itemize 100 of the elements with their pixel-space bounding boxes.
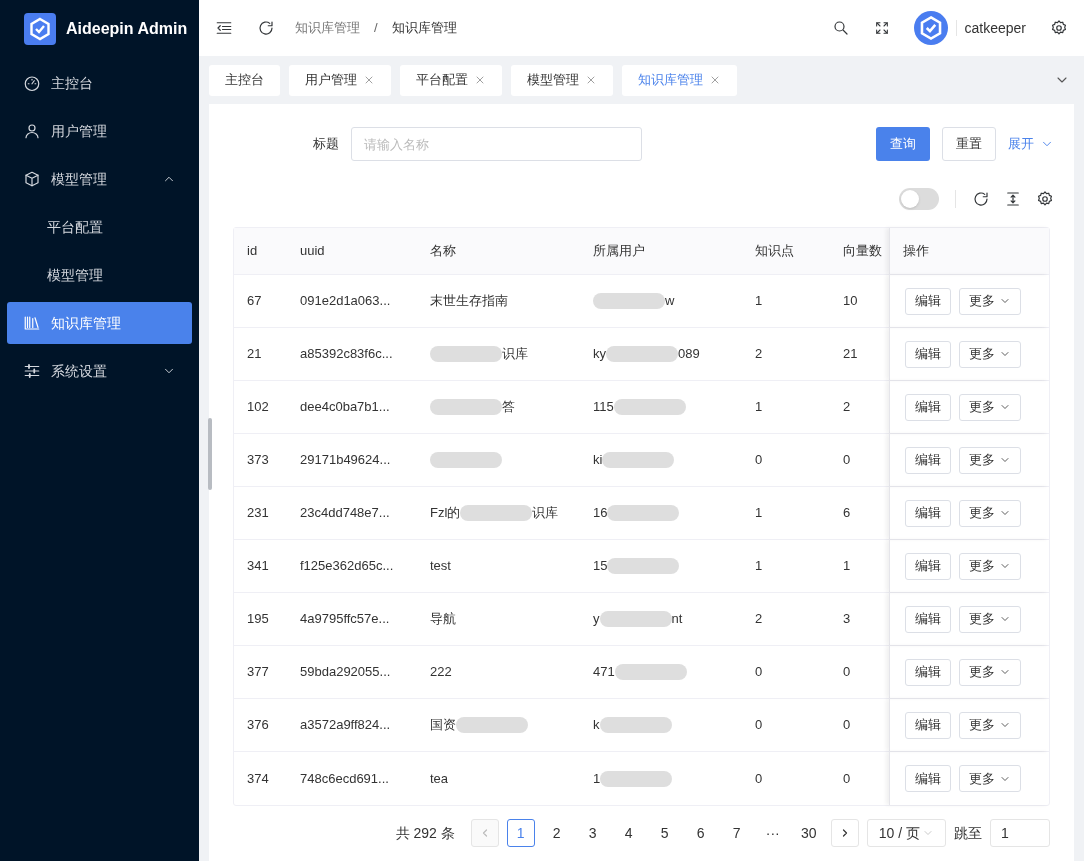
table-cell-text: 1	[755, 504, 763, 523]
more-button[interactable]: 更多	[959, 499, 1021, 527]
scrollbar-thumb[interactable]	[208, 418, 212, 490]
table-cell-text: 341	[247, 557, 269, 576]
table-cell-text: 091e2d1a063...	[300, 292, 391, 311]
sidebar-item[interactable]: 用户管理	[7, 110, 192, 152]
edit-button[interactable]: 编辑	[905, 499, 951, 527]
tab[interactable]: 主控台	[209, 64, 280, 96]
edit-button[interactable]: 编辑	[905, 711, 951, 739]
page-size-select[interactable]: 10 / 页	[866, 819, 946, 847]
collapse-menu-icon[interactable]	[215, 19, 233, 37]
tab[interactable]: 模型管理	[511, 64, 613, 96]
table-cell-text: dee4c0ba7b1...	[300, 398, 390, 417]
page-button[interactable]: 6	[686, 819, 715, 847]
refresh-icon[interactable]	[972, 190, 990, 208]
sidebar-item[interactable]: 模型管理	[7, 158, 192, 200]
table-cell-text: 0	[843, 769, 851, 788]
column-header: uuid	[300, 242, 325, 261]
row-height-icon[interactable]	[1004, 190, 1022, 208]
more-button[interactable]: 更多	[959, 340, 1021, 368]
table-cell-text: 195	[247, 610, 269, 629]
more-button[interactable]: 更多	[959, 658, 1021, 686]
edit-button[interactable]: 编辑	[905, 605, 951, 633]
sidebar-item[interactable]: 知识库管理	[7, 302, 192, 344]
redaction-blur	[606, 346, 678, 362]
cell-text: ky	[593, 345, 606, 364]
close-icon[interactable]	[363, 74, 375, 86]
cell-text: ki	[593, 451, 603, 470]
sidebar-subitem[interactable]: 平台配置	[7, 206, 192, 248]
tab[interactable]: 知识库管理	[622, 64, 737, 96]
table-cell-text: f125e362d65c...	[300, 557, 394, 576]
title-input[interactable]: 请输入名称	[351, 127, 642, 161]
search-icon[interactable]	[831, 19, 850, 37]
cell-text: 识库	[532, 504, 559, 523]
total-count: 共 292 条	[395, 823, 455, 843]
tab[interactable]: 用户管理	[289, 64, 391, 96]
more-button[interactable]: 更多	[959, 393, 1021, 421]
column-header: 知识点	[755, 242, 794, 261]
more-button[interactable]: 更多	[959, 765, 1021, 792]
table-cell-text: 373	[247, 451, 269, 470]
edit-button[interactable]: 编辑	[905, 552, 951, 580]
edit-button[interactable]: 编辑	[905, 287, 951, 315]
tab[interactable]: 平台配置	[400, 64, 502, 96]
table-cell-text: 6	[843, 504, 851, 523]
more-button[interactable]: 更多	[959, 552, 1021, 580]
breadcrumb-item[interactable]: 知识库管理	[295, 18, 360, 38]
cell-text: 15	[593, 557, 608, 576]
more-button[interactable]: 更多	[959, 605, 1021, 633]
page-button[interactable]: 3	[578, 819, 607, 847]
redaction-blur	[430, 452, 502, 468]
cell-text: 答	[502, 398, 515, 417]
toggle-switch[interactable]	[899, 188, 939, 210]
edit-button[interactable]: 编辑	[905, 658, 951, 686]
page-button[interactable]: 30	[794, 819, 823, 847]
username[interactable]: catkeeper	[964, 17, 1026, 39]
fullscreen-icon[interactable]	[873, 20, 890, 36]
edit-button[interactable]: 编辑	[905, 393, 951, 421]
more-button[interactable]: 更多	[959, 446, 1021, 474]
close-icon[interactable]	[474, 74, 486, 86]
cell-text: 089	[678, 345, 700, 364]
reset-button[interactable]: 重置	[942, 127, 996, 161]
column-header: 名称	[430, 242, 456, 261]
page-button[interactable]: 5	[650, 819, 679, 847]
page-button[interactable]: 2	[542, 819, 571, 847]
cell-text: w	[665, 292, 675, 311]
close-icon[interactable]	[585, 74, 597, 86]
sidebar-item[interactable]: 主控台	[7, 62, 192, 104]
settings-icon[interactable]	[1050, 19, 1068, 37]
more-button[interactable]: 更多	[959, 287, 1021, 315]
table-cell-text: 1	[755, 398, 763, 417]
page-button[interactable]: 7	[722, 819, 751, 847]
sidebar-subitem[interactable]: 模型管理	[7, 254, 192, 296]
page-button[interactable]: 4	[614, 819, 643, 847]
expand-link[interactable]: 展开	[1008, 134, 1054, 154]
query-button[interactable]: 查询	[876, 127, 930, 161]
breadcrumb-separator: /	[374, 19, 378, 38]
user-icon	[23, 122, 41, 140]
redaction-blur	[456, 717, 528, 733]
edit-button[interactable]: 编辑	[905, 340, 951, 368]
refresh-icon[interactable]	[257, 19, 275, 37]
edit-button[interactable]: 编辑	[905, 446, 951, 474]
table-cell-text: 102	[247, 398, 269, 417]
books-icon	[23, 314, 41, 332]
settings-icon[interactable]	[1036, 190, 1054, 208]
close-icon[interactable]	[709, 74, 721, 86]
breadcrumb-item: 知识库管理	[391, 19, 457, 38]
column-header: 操作	[903, 242, 929, 261]
table-cell-text: 374	[247, 769, 269, 788]
table-cell-text: 0	[843, 663, 851, 682]
edit-button[interactable]: 编辑	[905, 765, 951, 792]
table-cell-text: 0	[843, 716, 851, 735]
page-button[interactable]: ···	[758, 819, 787, 847]
more-button[interactable]: 更多	[959, 711, 1021, 739]
page-button[interactable]: 1	[506, 819, 535, 847]
table-cell-text: a3572a9ff824...	[300, 716, 391, 735]
jump-input[interactable]: 1	[990, 819, 1050, 847]
sliders-icon	[23, 362, 41, 380]
sidebar-item[interactable]: 系统设置	[7, 350, 192, 392]
table-cell-text: 3	[843, 610, 851, 629]
table-cell-text: 748c6ecd691...	[300, 769, 389, 788]
